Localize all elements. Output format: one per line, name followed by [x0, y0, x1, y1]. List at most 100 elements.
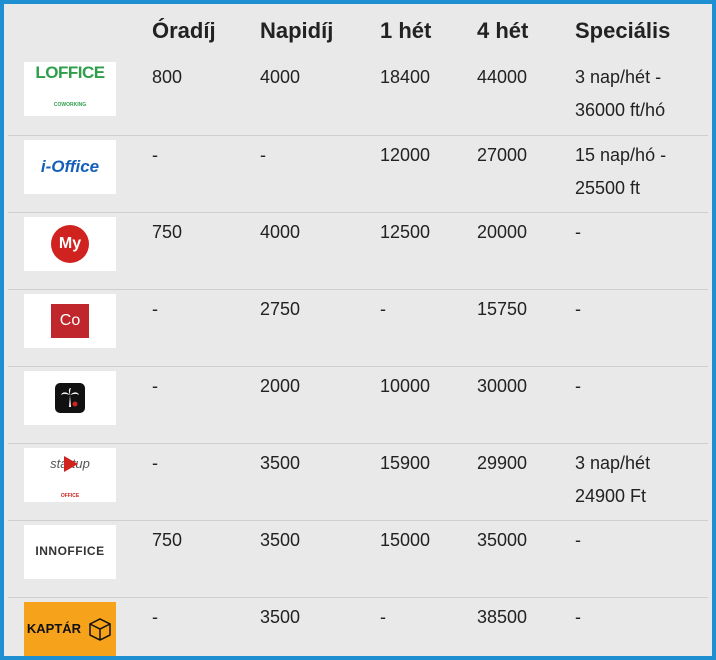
cell-value: - — [152, 298, 158, 319]
cell-value: 27000 — [477, 144, 528, 165]
palm-tree-icon — [55, 382, 85, 413]
cell-value: - — [152, 452, 158, 473]
innoffice-logo: INNOFFICE — [24, 524, 116, 579]
cell-value: - — [260, 144, 266, 165]
palm-logo — [24, 370, 116, 425]
cell-oradij: - — [138, 597, 260, 656]
loffice-logo-text: LOFFICE — [35, 62, 105, 82]
cell-specialis: 15 nap/hó - 25500 ft — [575, 135, 708, 213]
cell-value: - — [380, 298, 386, 319]
ioffice-logo-text: i-Office — [40, 157, 100, 176]
header-specialis: Speciális — [575, 18, 671, 43]
specialis-line-2: 24900 Ft — [575, 485, 647, 506]
logo-cell: My — [8, 212, 138, 290]
logo-cell: Co — [8, 289, 138, 367]
cell-value: 800 — [152, 67, 183, 87]
cell-4-het: 44000 — [477, 58, 575, 136]
specialis-line-1: 3 nap/hét — [575, 452, 651, 473]
cell-value: 29900 — [477, 452, 528, 473]
cell-napidij: 2000 — [260, 366, 380, 444]
cell-specialis: - — [575, 520, 708, 598]
cell-value: 3500 — [260, 606, 301, 627]
cell-1-het: - — [380, 597, 477, 656]
cell-value: 35000 — [477, 529, 528, 550]
pricing-table: Óradíj Napidíj 1 hét 4 hét Speciális LOF… — [8, 4, 708, 656]
logo-cell: startup OFFICE — [8, 443, 138, 521]
cell-oradij: 750 — [138, 520, 260, 598]
cell-1-het: 15900 — [380, 443, 477, 521]
cell-1-het: 15000 — [380, 520, 477, 598]
cell-1-het: 10000 — [380, 366, 477, 444]
cell-value: - — [152, 606, 158, 627]
specialis-line-1: - — [575, 375, 581, 396]
innoffice-logo-text: INNOFFICE — [35, 544, 105, 558]
cell-oradij: 750 — [138, 212, 260, 290]
cell-4-het: 38500 — [477, 597, 575, 656]
startup-logo-subtext: OFFICE — [60, 492, 80, 499]
table-row: LOFFICE COWORKING 800 4000 18400 44000 3… — [8, 58, 708, 136]
cube-icon — [89, 617, 111, 641]
table-row: i-Office - - 12000 27000 15 nap/hó - 2550… — [8, 135, 708, 213]
cell-value: 2750 — [260, 298, 301, 319]
cell-specialis: - — [575, 597, 708, 656]
cell-specialis: - — [575, 212, 708, 290]
kaptar-logo: KAPTÁR — [24, 601, 116, 656]
specialis-line-1: - — [575, 529, 581, 550]
my-office-logo: My — [24, 216, 116, 271]
cell-1-het: 18400 — [380, 58, 477, 136]
table-row: - 2000 10000 30000 - — [8, 366, 708, 444]
cell-specialis: - — [575, 366, 708, 444]
cell-value: 3500 — [260, 452, 301, 473]
cell-value: - — [380, 606, 386, 627]
ioffice-logo: i-Office — [24, 139, 116, 194]
header-4-het: 4 hét — [477, 18, 529, 43]
specialis-line-2: 36000 ft/hó — [575, 100, 666, 120]
cell-4-het: 15750 — [477, 289, 575, 367]
specialis-line-1: 15 nap/hó - — [575, 144, 667, 165]
table-row: KAPTÁR - 3500 - 38500 - — [8, 597, 708, 656]
cell-napidij: 4000 — [260, 58, 380, 136]
logo-cell: KAPTÁR — [8, 597, 138, 656]
cell-value: 15000 — [380, 529, 431, 550]
header-row: Óradíj Napidíj 1 hét 4 hét Speciális — [8, 4, 708, 58]
cell-1-het: - — [380, 289, 477, 367]
cell-value: - — [152, 144, 158, 165]
cell-specialis: - — [575, 289, 708, 367]
cell-napidij: 4000 — [260, 212, 380, 290]
logo-cell: INNOFFICE — [8, 520, 138, 598]
cell-value: 4000 — [260, 221, 301, 242]
startup-office-logo: startup OFFICE — [24, 447, 116, 502]
loffice-logo-subtext: COWORKING — [53, 101, 87, 108]
cell-napidij: - — [260, 135, 380, 213]
specialis-line-2: 25500 ft — [575, 177, 641, 198]
cell-napidij: 3500 — [260, 443, 380, 521]
cell-value: 3500 — [260, 529, 301, 550]
specialis-line-1: - — [575, 221, 581, 242]
cell-value: 4000 — [260, 67, 301, 87]
cell-value: 750 — [152, 221, 183, 242]
header-1-het: 1 hét — [380, 18, 432, 43]
table-row: Co - 2750 - 15750 - — [8, 289, 708, 367]
cell-1-het: 12000 — [380, 135, 477, 213]
cell-napidij: 3500 — [260, 597, 380, 656]
cell-4-het: 20000 — [477, 212, 575, 290]
table-row: INNOFFICE 750 3500 15000 35000 - — [8, 520, 708, 598]
cell-value: 2000 — [260, 375, 301, 396]
cell-value: 20000 — [477, 221, 528, 242]
cell-value: 44000 — [477, 67, 528, 87]
table-row: My 750 4000 12500 20000 - — [8, 212, 708, 290]
cell-value: 18400 — [380, 67, 431, 87]
cell-oradij: - — [138, 135, 260, 213]
cell-specialis: 3 nap/hét - 36000 ft/hó — [575, 58, 708, 136]
cell-oradij: 800 — [138, 58, 260, 136]
pricing-table-frame: Óradíj Napidíj 1 hét 4 hét Speciális LOF… — [0, 0, 716, 660]
cell-napidij: 3500 — [260, 520, 380, 598]
cell-oradij: - — [138, 366, 260, 444]
cell-4-het: 30000 — [477, 366, 575, 444]
logo-cell: LOFFICE COWORKING — [8, 58, 138, 136]
table-row: startup OFFICE - 3500 15900 29900 3 nap/… — [8, 443, 708, 521]
cell-oradij: - — [138, 289, 260, 367]
cell-value: 10000 — [380, 375, 431, 396]
cell-value: 15900 — [380, 452, 431, 473]
cell-value: 15750 — [477, 298, 528, 319]
